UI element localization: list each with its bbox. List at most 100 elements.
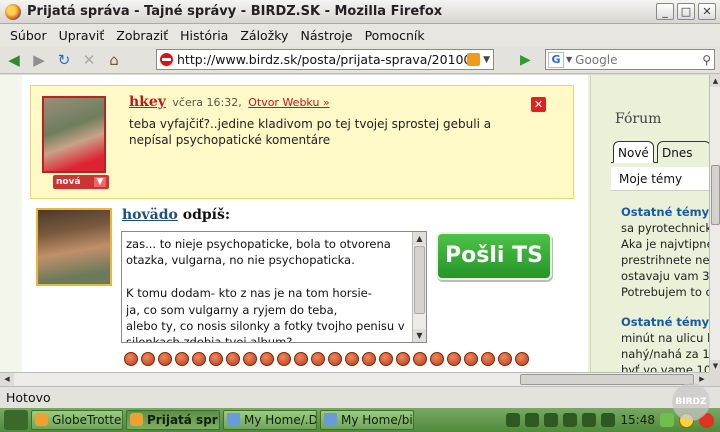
url-bar[interactable]: http://www.birdz.sk/posta/prijata-sprava… [156,49,494,70]
menu-help[interactable]: Pomocník [359,28,431,43]
maximize-button[interactable]: □ [677,3,695,20]
new-badge[interactable]: nová ▼ [53,175,109,189]
emoticon-icon[interactable] [158,352,172,366]
start-menu-button[interactable] [4,410,28,430]
forum-post[interactable]: Ostatné témy minút na ulicu k nahý/nahá … [621,314,709,372]
emoticon-icon[interactable] [413,352,427,366]
emoticon-icon[interactable] [243,352,257,366]
birdz-watermark: BIRDZ [672,383,710,421]
emoticon-icon[interactable] [362,352,376,366]
close-window-button[interactable]: ✕ [698,3,716,20]
scroll-down-icon[interactable]: ▼ [710,360,720,372]
reply-avatar[interactable] [36,208,112,286]
emoticon-icon[interactable] [328,352,342,366]
taskbar-item-globetrotter[interactable]: GlobeTrotte [31,410,123,430]
emoticon-icon[interactable] [345,352,359,366]
battery-icon[interactable] [544,413,559,427]
home-icon[interactable]: ⌂ [103,49,125,71]
textarea-scroll-thumb[interactable] [414,246,425,314]
display-icon[interactable] [563,413,578,427]
stop-icon[interactable]: ✕ [78,49,100,71]
menu-history[interactable]: História [174,28,234,43]
forum-post[interactable]: Ostatné témy sa pyrotechnick Aka je najv… [621,204,709,300]
google-engine-icon[interactable]: G [548,51,564,68]
menu-file[interactable]: Súbor [4,28,53,43]
emoticon-icon[interactable] [515,352,529,366]
engine-dropdown-icon[interactable]: ▼ [566,55,572,64]
horizontal-scroll-thumb[interactable] [520,374,694,385]
sender-name[interactable]: hkey [129,94,166,110]
vertical-scrollbar[interactable]: ▲ ▼ [709,75,720,372]
reply-text[interactable]: zas... to nieje psychopaticke, bola to o… [126,236,411,342]
url-dropdown-icon[interactable]: ▼ [483,55,490,65]
emoticon-icon[interactable] [277,352,291,366]
search-input[interactable] [575,52,696,67]
search-icon[interactable]: ⚲ [702,53,711,67]
menu-edit[interactable]: Upraviť [53,28,111,43]
emoticon-icon[interactable] [124,352,138,366]
desktop-grid-icon[interactable] [660,413,674,427]
status-bar: Hotovo [0,386,720,408]
keyboard-icon[interactable] [601,413,616,427]
taskbar-item-firefox[interactable]: Prijatá spr [126,410,220,430]
emoticon-icon[interactable] [192,352,206,366]
volume-icon[interactable] [582,413,597,427]
scroll-up-icon[interactable]: ▲ [413,232,426,245]
network-icon[interactable] [525,413,540,427]
post-line: byť vo vame 10 [621,363,709,372]
horizontal-scrollbar[interactable]: ◀ ▶ [0,372,709,386]
back-icon[interactable]: ◀ [3,49,25,71]
url-text[interactable]: http://www.birdz.sk/posta/prijata-sprava… [177,52,467,67]
emoticon-icon[interactable] [447,352,461,366]
clock[interactable]: 15:48 [620,413,655,427]
taskbar-item-home-d[interactable]: My Home/.D [223,410,317,430]
rss-icon[interactable] [467,53,481,66]
post-line: minút na ulicu k [621,331,709,345]
emoticon-icon[interactable] [396,352,410,366]
forward-icon[interactable]: ▶ [28,49,50,71]
window-title: Prijatá správa - Tajné správy - BIRDZ.SK… [27,4,443,19]
scroll-left-icon[interactable]: ◀ [0,373,14,386]
menu-view[interactable]: Zobraziť [110,28,174,43]
menu-tools[interactable]: Nástroje [294,28,358,43]
post-heading[interactable]: Ostatné témy [621,314,709,330]
emoticon-icon[interactable] [464,352,478,366]
emoticon-icon[interactable] [379,352,393,366]
reply-user-name[interactable]: hovädo [122,207,178,223]
reply-textarea[interactable]: zas... to nieje psychopaticke, bola to o… [121,231,427,343]
firefox-icon [5,3,21,20]
send-button[interactable]: Pošli TS [436,232,552,280]
emoticon-icon[interactable] [311,352,325,366]
go-icon[interactable]: ▶ [520,52,531,68]
emoticon-icon[interactable] [175,352,189,366]
tab-today[interactable]: Dnes TO [657,141,709,182]
close-icon[interactable]: ✕ [531,97,546,112]
vertical-scroll-thumb[interactable] [711,165,720,225]
tray-app-icon[interactable] [506,413,521,427]
post-line: sa pyrotechnick [621,221,709,235]
menu-bookmarks[interactable]: Záložky [234,28,294,43]
minimize-button[interactable]: _ [656,3,674,20]
search-box[interactable]: G ▼ ⚲ [545,49,715,70]
emoticon-icon[interactable] [226,352,240,366]
emoticon-icon[interactable] [294,352,308,366]
tab-new[interactable]: Nové [613,141,654,163]
emoticon-icon[interactable] [141,352,155,366]
chevron-down-icon[interactable]: ▼ [94,177,106,187]
scroll-down-icon[interactable]: ▼ [413,329,426,342]
open-web-link[interactable]: Otvor Webku » [248,96,329,109]
textarea-scrollbar[interactable]: ▲ ▼ [412,232,426,342]
scroll-up-icon[interactable]: ▲ [710,75,720,87]
sender-avatar[interactable] [42,96,106,173]
post-line: Aka je najvtipne [621,237,709,251]
emoticon-icon[interactable] [430,352,444,366]
emoticon-icon[interactable] [481,352,495,366]
my-topics-link[interactable]: Moje témy [611,167,709,191]
post-heading[interactable]: Ostatné témy [621,204,709,220]
taskbar-item-home-bi[interactable]: My Home/bi [320,410,414,430]
reload-icon[interactable]: ↻ [53,49,75,71]
emoticon-icon[interactable] [260,352,274,366]
emoticon-icon[interactable] [209,352,223,366]
window-controls: _ □ ✕ [656,3,716,20]
emoticon-icon[interactable] [498,352,512,366]
